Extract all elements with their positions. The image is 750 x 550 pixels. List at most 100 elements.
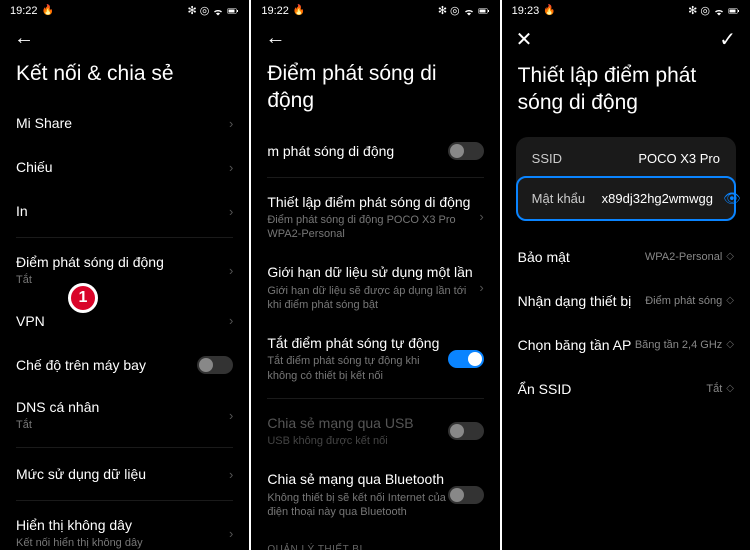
row-label: Chọn băng tần AP — [518, 337, 632, 353]
ssid-label: SSID — [532, 151, 592, 166]
row-label: VPN — [16, 312, 45, 330]
chevron-right-icon: › — [229, 467, 233, 482]
divider — [267, 177, 483, 178]
row-hide-ssid[interactable]: Ẩn SSID Tắt◇ — [502, 367, 750, 411]
status-time: 19:23 — [512, 5, 540, 17]
chevron-right-icon: › — [229, 263, 233, 278]
row-sublabel: Không thiết bị sẽ kết nối Internet của đ… — [267, 491, 447, 520]
row-print[interactable]: In › — [0, 189, 249, 233]
status-icons: ✻◎ — [438, 4, 490, 17]
eye-icon[interactable]: 👁 — [723, 190, 741, 207]
row-hotspot[interactable]: Điểm phát sóng di động Tắt › — [0, 242, 249, 298]
status-time: 19:22 — [10, 5, 38, 17]
row-device-id[interactable]: Nhận dạng thiết bị Điểm phát sóng ◇ — [502, 279, 750, 323]
page-title: Thiết lập điểm phát sóng di động — [502, 58, 750, 131]
row-airplane[interactable]: Chế độ trên máy bay — [0, 343, 249, 387]
row-dns[interactable]: DNS cá nhân Tắt › — [0, 387, 249, 443]
chevron-right-icon: › — [229, 116, 233, 131]
chevron-updown-icon: ◇ — [726, 339, 734, 350]
row-label: Chế độ trên máy bay — [16, 356, 146, 374]
battery-icon — [227, 5, 239, 17]
row-label: Hiển thị không dây — [16, 516, 223, 534]
fire-icon: 🔥 — [293, 5, 305, 16]
row-sublabel: Tắt — [16, 418, 223, 432]
row-sublabel: Điểm phát sóng di động POCO X3 Pro WPA2-… — [267, 213, 473, 242]
row-label: Tắt điểm phát sóng tự động — [267, 334, 447, 352]
hotspot-toggle[interactable] — [448, 142, 484, 160]
chevron-right-icon: › — [479, 209, 483, 224]
row-label: Ẩn SSID — [518, 381, 572, 397]
wifi-icon — [212, 5, 224, 17]
input-card: SSID POCO X3 Pro Mật khẩu x89dj32hg2wmwg… — [516, 137, 736, 221]
row-sublabel: Tắt điểm phát sóng tự động khi không có … — [267, 354, 447, 383]
row-label: Giới hạn dữ liệu sử dụng một lần — [267, 263, 473, 281]
step-badge-1: 1 — [68, 283, 98, 313]
row-label: Mi Share — [16, 114, 72, 132]
row-label: Điểm phát sóng di động — [16, 253, 223, 271]
screen-hotspot: 19:22 🔥 ✻◎ ← Điểm phát sóng di động m ph… — [251, 0, 499, 550]
row-hotspot-enable[interactable]: m phát sóng di động — [251, 129, 499, 173]
row-vpn[interactable]: VPN › — [0, 299, 249, 343]
status-icons: ✻◎ — [188, 4, 240, 17]
screen-hotspot-setup: 19:23 🔥 ✻◎ ✕ ✓ Thiết lập điểm phát sóng … — [502, 0, 750, 550]
row-sublabel: Kết nối hiển thị không dây — [16, 536, 223, 550]
page-title: Điểm phát sóng di động — [251, 56, 499, 129]
row-auto-off[interactable]: Tắt điểm phát sóng tự động Tắt điểm phát… — [251, 323, 499, 394]
battery-icon — [728, 5, 740, 17]
wifi-icon — [713, 5, 725, 17]
ssid-value: POCO X3 Pro — [602, 151, 720, 166]
row-sublabel: USB không được kết nối — [267, 434, 447, 448]
row-label: Mức sử dụng dữ liệu — [16, 465, 146, 483]
ssid-field[interactable]: SSID POCO X3 Pro — [518, 139, 734, 178]
divider — [16, 447, 233, 448]
chevron-right-icon: › — [229, 313, 233, 328]
usb-toggle — [448, 422, 484, 440]
row-wireless-display[interactable]: Hiển thị không dây Kết nối hiển thị khôn… — [0, 505, 249, 550]
fire-icon: 🔥 — [543, 5, 555, 16]
chevron-right-icon: › — [229, 526, 233, 541]
status-time: 19:22 — [261, 5, 289, 17]
row-label: Nhận dạng thiết bị — [518, 293, 632, 309]
status-bar: 19:23 🔥 ✻◎ — [502, 0, 750, 19]
check-icon[interactable]: ✓ — [719, 27, 736, 52]
divider — [267, 398, 483, 399]
chevron-right-icon: › — [229, 408, 233, 423]
back-icon[interactable]: ← — [265, 27, 285, 50]
row-label: Thiết lập điểm phát sóng di động — [267, 193, 473, 211]
row-data-usage[interactable]: Mức sử dụng dữ liệu › — [0, 452, 249, 496]
row-setup-hotspot[interactable]: Thiết lập điểm phát sóng di động Điểm ph… — [251, 182, 499, 253]
divider — [16, 237, 233, 238]
row-label: m phát sóng di động — [267, 142, 394, 160]
row-cast[interactable]: Chiếu › — [0, 145, 249, 189]
row-mishare[interactable]: Mi Share › — [0, 101, 249, 145]
chevron-right-icon: › — [229, 204, 233, 219]
back-icon[interactable]: ← — [14, 27, 34, 50]
auto-off-toggle[interactable] — [448, 350, 484, 368]
row-bluetooth-tether[interactable]: Chia sẻ mạng qua Bluetooth Không thiết b… — [251, 459, 499, 530]
row-security[interactable]: Bảo mật WPA2-Personal◇ — [502, 235, 750, 279]
row-value: WPA2-Personal — [645, 251, 722, 263]
chevron-right-icon: › — [229, 160, 233, 175]
bluetooth-toggle[interactable] — [448, 486, 484, 504]
close-icon[interactable]: ✕ — [516, 27, 533, 52]
password-value: x89dj32hg2wmwgg — [602, 191, 713, 206]
nav-bar: ← — [251, 19, 499, 56]
row-label: Chia sẻ mạng qua USB — [267, 414, 447, 432]
chevron-updown-icon: ◇ — [726, 295, 734, 306]
status-bar: 19:22 🔥 ✻◎ — [251, 0, 499, 19]
row-value: Điểm phát sóng — [645, 295, 722, 307]
wifi-icon — [463, 5, 475, 17]
chevron-updown-icon: ◇ — [726, 383, 734, 394]
airplane-toggle[interactable] — [197, 356, 233, 374]
row-value: Băng tần 2,4 GHz — [635, 339, 722, 351]
screen-connect-share: 19:22 🔥 ✻◎ ← Kết nối & chia sẻ Mi Share … — [0, 0, 249, 550]
password-field[interactable]: Mật khẩu x89dj32hg2wmwgg 👁 — [516, 176, 736, 221]
row-sublabel: Giới hạn dữ liệu sẽ được áp dụng lần tới… — [267, 284, 473, 313]
row-sublabel: Tắt — [16, 273, 223, 287]
row-ap-band[interactable]: Chọn băng tần AP Băng tần 2,4 GHz ◇ — [502, 323, 750, 367]
row-data-limit[interactable]: Giới hạn dữ liệu sử dụng một lần Giới hạ… — [251, 252, 499, 323]
nav-bar: ✕ ✓ — [502, 19, 750, 58]
chevron-updown-icon: ◇ — [726, 251, 734, 262]
nav-bar: ← — [0, 19, 249, 56]
section-header: QUẢN LÝ THIẾT BỊ — [251, 530, 499, 550]
